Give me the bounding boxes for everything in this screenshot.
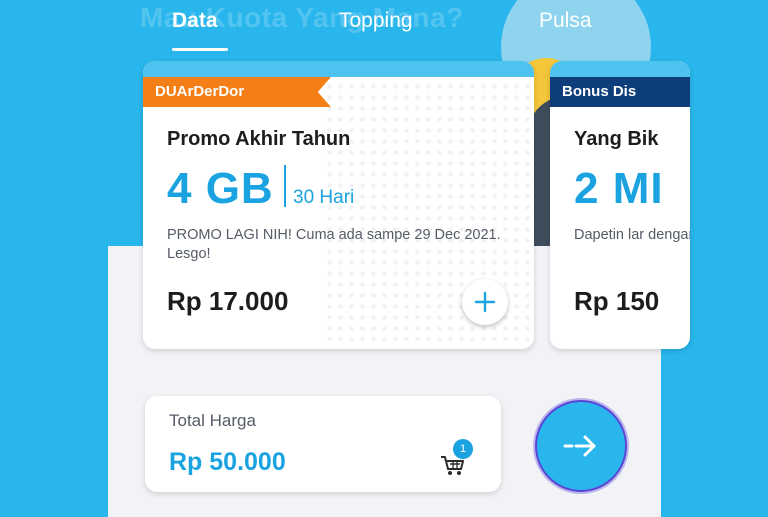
next-button[interactable] [535, 400, 627, 492]
tab-pulsa[interactable]: Pulsa [539, 9, 592, 33]
package-price: Rp 17.000 [167, 286, 289, 316]
app-screen: Mau Kuota Yang Mana? Data Topping Pulsa … [0, 0, 768, 517]
plus-icon [474, 291, 496, 313]
package-card-next[interactable]: Bonus Dis Yang Bik 2 MI Dapetin lar deng… [550, 61, 690, 349]
quota-divider [284, 165, 286, 207]
active-tab-indicator [172, 48, 228, 51]
package-title: Promo Akhir Tahun [167, 128, 351, 150]
package-ribbon: DUArDerDor [143, 77, 331, 107]
package-price: Rp 150 [574, 286, 660, 316]
card-top-accent [550, 61, 690, 77]
tab-topping[interactable]: Topping [339, 9, 413, 33]
cart-count-badge: 1 [453, 439, 473, 459]
package-title: Yang Bik [574, 128, 659, 150]
package-quota: 2 MI [574, 164, 664, 213]
total-label: Total Harga [169, 411, 256, 430]
ribbon-label: DUArDerDor [155, 83, 245, 100]
total-value: Rp 50.000 [169, 448, 286, 476]
tab-data[interactable]: Data [172, 9, 218, 33]
package-description: PROMO LAGI NIH! Cuma ada sampe 29 Dec 20… [167, 227, 501, 262]
tab-bar: Data Topping Pulsa [0, 0, 768, 56]
package-quota: 4 GB [167, 164, 274, 213]
card-top-accent [143, 61, 534, 77]
package-ribbon: Bonus Dis [550, 77, 690, 107]
ribbon-label: Bonus Dis [562, 83, 637, 100]
package-description: Dapetin lar dengan me [574, 227, 690, 243]
package-duration: 30 Hari [293, 187, 355, 208]
arrow-right-icon [563, 435, 596, 457]
add-package-button[interactable] [462, 279, 508, 325]
total-price-card: Total Harga Rp 50.000 1 [145, 396, 501, 492]
package-card[interactable]: DUArDerDor Promo Akhir Tahun 4 GB 30 Har… [143, 61, 534, 349]
cart-button[interactable]: 1 [439, 439, 479, 479]
